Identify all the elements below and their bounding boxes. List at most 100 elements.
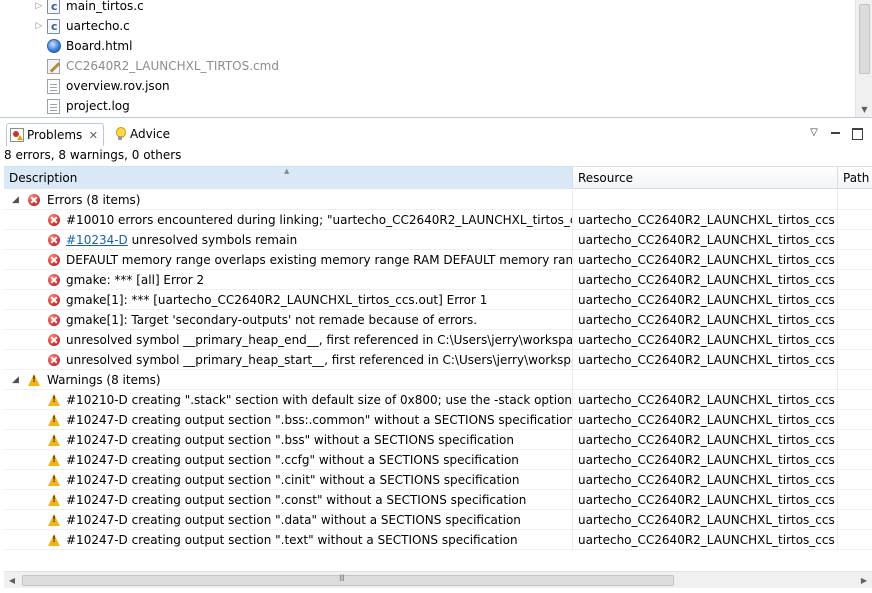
collapse-arrow-icon[interactable]: ◢ — [12, 370, 19, 390]
problem-message: DEFAULT memory range overlaps existing m… — [66, 253, 573, 267]
table-row[interactable]: #10247-D creating output section ".data"… — [4, 510, 872, 530]
description-cell: #10210-D creating ".stack" section with … — [4, 390, 573, 410]
problems-summary: 8 errors, 8 warnings, 0 others — [4, 148, 182, 162]
description-cell: gmake[1]: *** [uartecho_CC2640R2_LAUNCHX… — [4, 290, 573, 310]
column-header-label: Description — [9, 171, 78, 185]
problem-description: #10247-D creating output section ".bss:.… — [66, 410, 572, 430]
problem-message: #10247-D creating output section ".text"… — [66, 533, 518, 547]
table-row[interactable]: #10010 errors encountered during linking… — [4, 210, 872, 230]
problem-description: #10234-D unresolved symbols remain — [66, 230, 297, 250]
column-header-resource[interactable]: Resource — [573, 167, 838, 189]
error-icon — [48, 234, 60, 246]
resource-cell: uartecho_CC2640R2_LAUNCHXL_tirtos_ccs — [573, 410, 838, 430]
description-cell: #10247-D creating output section ".cinit… — [4, 470, 573, 490]
description-cell: ◢ Warnings (8 items) — [4, 370, 573, 390]
view-menu-chevron-down-icon[interactable]: ▽ — [807, 126, 821, 140]
explorer-vertical-scrollbar[interactable]: ▼ — [855, 0, 872, 117]
table-row[interactable]: unresolved symbol __primary_heap_start__… — [4, 350, 872, 370]
path-cell — [838, 490, 872, 510]
resource-cell — [573, 370, 838, 390]
description-cell: #10247-D creating output section ".bss:.… — [4, 410, 573, 430]
table-row[interactable]: #10247-D creating output section ".text"… — [4, 530, 872, 550]
table-row[interactable]: #10234-D unresolved symbols remain uartec… — [4, 230, 872, 250]
c-file-icon — [47, 0, 60, 17]
resource-cell — [573, 190, 838, 210]
resource-cell: uartecho_CC2640R2_LAUNCHXL_tirtos_ccs — [573, 290, 838, 310]
table-row[interactable]: gmake[1]: *** [uartecho_CC2640R2_LAUNCHX… — [4, 290, 872, 310]
maximize-icon[interactable] — [850, 126, 864, 140]
table-row[interactable]: gmake[1]: Target 'secondary-outputs' not… — [4, 310, 872, 330]
table-header: Description ▲ Resource Path — [4, 167, 872, 189]
table-body: ◢ Errors (8 items) #10010 errors encounter… — [4, 190, 872, 550]
resource-cell: uartecho_CC2640R2_LAUNCHXL_tirtos_ccs — [573, 510, 838, 530]
table-row[interactable]: #10247-D creating output section ".bss" … — [4, 430, 872, 450]
warning-icon — [28, 374, 40, 386]
error-icon — [48, 354, 60, 366]
path-cell — [838, 510, 872, 530]
resource-cell: uartecho_CC2640R2_LAUNCHXL_tirtos_ccs — [573, 350, 838, 370]
problem-description: #10247-D creating output section ".text"… — [66, 530, 518, 550]
column-header-path[interactable]: Path — [838, 167, 872, 189]
scrollbar-grip: III — [339, 574, 345, 584]
scrollbar-thumb[interactable] — [859, 4, 870, 74]
scroll-left-arrow-icon[interactable]: ◀ — [6, 572, 18, 589]
path-cell — [838, 530, 872, 550]
problem-message: #10247-D creating output section ".const… — [66, 493, 527, 507]
table-row[interactable]: #10247-D creating output section ".bss:.… — [4, 410, 872, 430]
warning-icon — [48, 514, 60, 526]
table-row[interactable]: unresolved symbol __primary_heap_end__, … — [4, 330, 872, 350]
path-cell — [838, 210, 872, 230]
cmd-file-icon — [47, 59, 60, 74]
problem-description: #10247-D creating output section ".const… — [66, 490, 526, 510]
tab-advice[interactable]: Advice — [110, 123, 180, 146]
group-label: Errors (8 items) — [47, 193, 141, 207]
problem-description: #10247-D creating output section ".cinit… — [66, 470, 519, 490]
problem-description: gmake: *** [all] Error 2 — [66, 270, 204, 290]
resource-cell: uartecho_CC2640R2_LAUNCHXL_tirtos_ccs — [573, 490, 838, 510]
group-row-warnings[interactable]: ◢ Warnings (8 items) — [4, 370, 872, 390]
view-tab-bar: Problems ✕ Advice — [0, 123, 872, 146]
table-row[interactable]: #10247-D creating output section ".cinit… — [4, 470, 872, 490]
problem-message: gmake[1]: *** [uartecho_CC2640R2_LAUNCHX… — [66, 293, 488, 307]
problem-message: unresolved symbols remain — [131, 233, 298, 247]
table-row[interactable]: gmake: *** [all] Error 2 uartecho_CC2640R… — [4, 270, 872, 290]
expand-arrow-icon[interactable]: ▷ — [33, 16, 45, 36]
tab-advice-label: Advice — [130, 127, 171, 141]
table-row[interactable]: #10210-D creating ".stack" section with … — [4, 390, 872, 410]
close-icon[interactable]: ✕ — [89, 124, 98, 147]
file-name: Board.html — [66, 39, 133, 53]
expand-arrow-icon[interactable]: ▷ — [33, 0, 45, 16]
table-row[interactable]: #10247-D creating output section ".ccfg"… — [4, 450, 872, 470]
path-cell — [838, 250, 872, 270]
table-row[interactable]: #10247-D creating output section ".const… — [4, 490, 872, 510]
table-horizontal-scrollbar[interactable]: ◀ III ▶ — [4, 571, 872, 588]
problem-description: DEFAULT memory range overlaps existing m… — [66, 250, 573, 270]
tab-problems[interactable]: Problems ✕ — [6, 123, 104, 146]
tab-problems-label: Problems — [27, 128, 83, 142]
collapse-arrow-icon[interactable]: ◢ — [12, 190, 19, 210]
table-row[interactable]: DEFAULT memory range overlaps existing m… — [4, 250, 872, 270]
resource-cell: uartecho_CC2640R2_LAUNCHXL_tirtos_ccs — [573, 310, 838, 330]
problem-description: gmake[1]: Target 'secondary-outputs' not… — [66, 310, 477, 330]
scroll-down-arrow-icon[interactable]: ▼ — [856, 104, 872, 116]
problems-table: Description ▲ Resource Path ◢ Errors (8 i… — [4, 166, 872, 571]
html-file-icon — [47, 39, 61, 53]
group-row-errors[interactable]: ◢ Errors (8 items) — [4, 190, 872, 210]
resource-cell: uartecho_CC2640R2_LAUNCHXL_tirtos_ccs — [573, 250, 838, 270]
lightbulb-icon — [113, 127, 127, 141]
description-cell: #10247-D creating output section ".bss" … — [4, 430, 573, 450]
description-cell: #10247-D creating output section ".data"… — [4, 510, 573, 530]
path-cell — [838, 290, 872, 310]
sort-ascending-icon: ▲ — [284, 167, 290, 175]
scrollbar-thumb[interactable]: III — [22, 574, 674, 586]
minimize-icon[interactable] — [829, 126, 843, 140]
error-icon — [48, 254, 60, 266]
scroll-right-arrow-icon[interactable]: ▶ — [858, 572, 870, 589]
problem-description: #10247-D creating output section ".bss" … — [66, 430, 514, 450]
warning-icon — [48, 474, 60, 486]
description-cell: DEFAULT memory range overlaps existing m… — [4, 250, 573, 270]
project-explorer-tree: ▷ main_tirtos.c ▷ uartecho.c Board.html CC264… — [0, 0, 872, 118]
problem-id-link[interactable]: #10234-D — [66, 233, 128, 247]
resource-cell: uartecho_CC2640R2_LAUNCHXL_tirtos_ccs — [573, 390, 838, 410]
description-cell: gmake[1]: Target 'secondary-outputs' not… — [4, 310, 573, 330]
